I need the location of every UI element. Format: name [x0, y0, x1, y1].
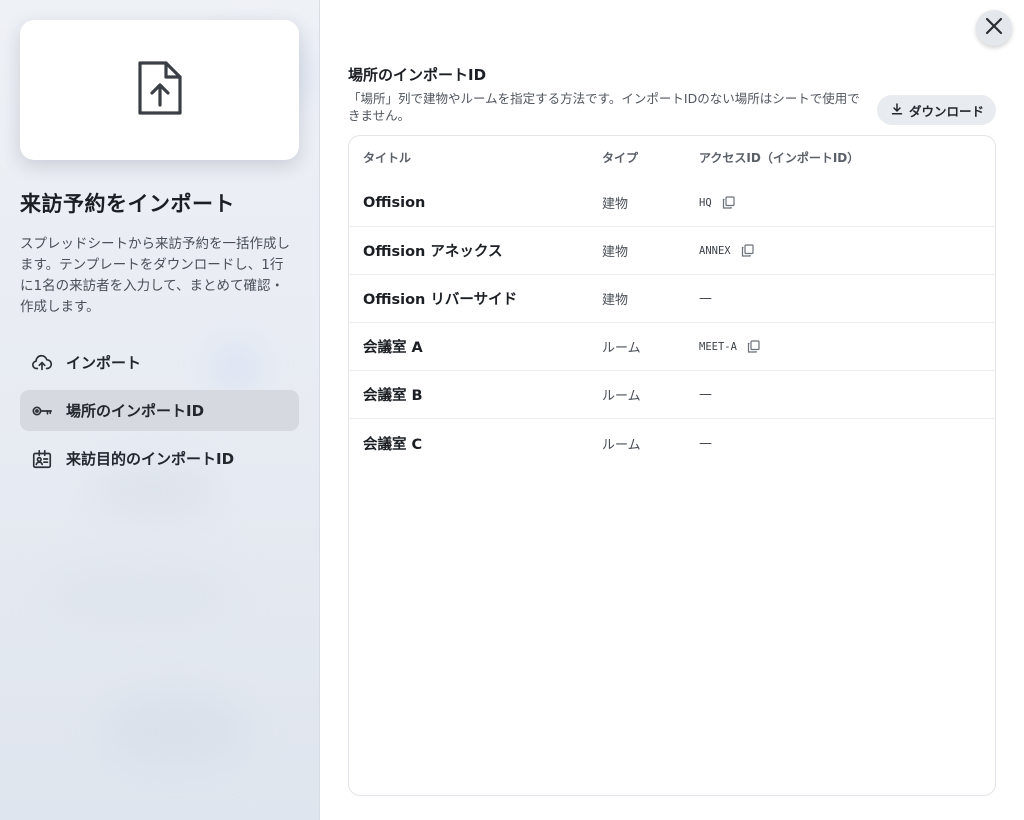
- sidebar-item-label: インポート: [66, 354, 142, 372]
- column-header-title: タイトル: [363, 151, 412, 165]
- cell-title: 会議室 B: [363, 388, 423, 404]
- id-badge-icon: [30, 447, 54, 471]
- cell-title: 会議室 C: [363, 436, 423, 453]
- table-row: 会議室 C ルーム —: [349, 419, 995, 467]
- download-button[interactable]: ダウンロード: [876, 95, 996, 125]
- cell-type: ルーム: [602, 437, 641, 453]
- modal-sidebar: 来訪予約をインポート スプレッドシートから来訪予約を一括作成します。テンプレート…: [0, 0, 320, 820]
- copy-icon[interactable]: [747, 340, 760, 353]
- sidebar-item-label: 場所のインポートID: [66, 402, 205, 420]
- table-row: 会議室 A ルーム MEET-A: [349, 323, 995, 371]
- sidebar-nav: インポート 場所のインポートID 来訪目的のインポートID: [20, 342, 299, 479]
- table-row: Offision 建物 HQ: [349, 179, 995, 227]
- modal-main: 場所のインポートID 「場所」列で建物やルームを指定する方法です。インポートID…: [320, 0, 1024, 820]
- cell-type: 建物: [602, 197, 629, 212]
- cell-type: 建物: [602, 245, 629, 260]
- table-header: タイトル タイプ アクセスID（インポートID）: [349, 136, 995, 179]
- cell-type: ルーム: [602, 341, 641, 356]
- cell-type: 建物: [602, 293, 629, 308]
- modal-description: スプレッドシートから来訪予約を一括作成します。テンプレートをダウンロードし、1行…: [20, 236, 290, 315]
- copy-icon[interactable]: [741, 244, 754, 257]
- column-header-type: タイプ: [602, 151, 639, 165]
- cell-access-id: MEET-A: [699, 340, 737, 353]
- cell-title: Offision アネックス: [363, 244, 503, 260]
- close-icon: [985, 17, 1003, 39]
- sidebar-item-location-import-id[interactable]: 場所のインポートID: [20, 390, 299, 431]
- cell-title: Offision: [363, 194, 426, 211]
- cell-type: ルーム: [602, 389, 641, 404]
- cell-access-id: —: [699, 435, 712, 451]
- cell-access-id: —: [699, 387, 712, 402]
- cell-title: Offision リバーサイド: [363, 292, 518, 308]
- section-title: 場所のインポートID: [348, 66, 487, 84]
- download-label: ダウンロード: [908, 103, 984, 119]
- cell-access-id: HQ: [699, 196, 712, 209]
- close-button[interactable]: [976, 10, 1012, 46]
- key-icon: [30, 399, 54, 423]
- table-row: Offision アネックス 建物 ANNEX: [349, 227, 995, 275]
- section-description: 「場所」列で建物やルームを指定する方法です。インポートIDのない場所はシートで使…: [348, 91, 860, 123]
- cloud-upload-icon: [30, 351, 54, 375]
- file-upload-icon: [136, 59, 184, 121]
- copy-icon[interactable]: [722, 196, 735, 209]
- column-header-access-id: アクセスID（インポートID）: [699, 151, 860, 165]
- cell-access-id: ANNEX: [699, 244, 731, 257]
- file-upload-card: [20, 20, 299, 160]
- sidebar-item-purpose-import-id[interactable]: 来訪目的のインポートID: [20, 438, 299, 479]
- modal-title: 来訪予約をインポート: [20, 192, 235, 216]
- cell-access-id: —: [699, 291, 712, 306]
- location-import-id-table: タイトル タイプ アクセスID（インポートID） Offision 建物 HQ …: [348, 135, 996, 796]
- table-row: Offision リバーサイド 建物 —: [349, 275, 995, 323]
- table-row: 会議室 B ルーム —: [349, 371, 995, 419]
- download-icon: [891, 102, 909, 118]
- sidebar-item-import[interactable]: インポート: [20, 342, 299, 383]
- sidebar-item-label: 来訪目的のインポートID: [66, 450, 235, 468]
- cell-title: 会議室 A: [363, 340, 423, 356]
- import-modal: 来訪予約をインポート スプレッドシートから来訪予約を一括作成します。テンプレート…: [0, 0, 1024, 820]
